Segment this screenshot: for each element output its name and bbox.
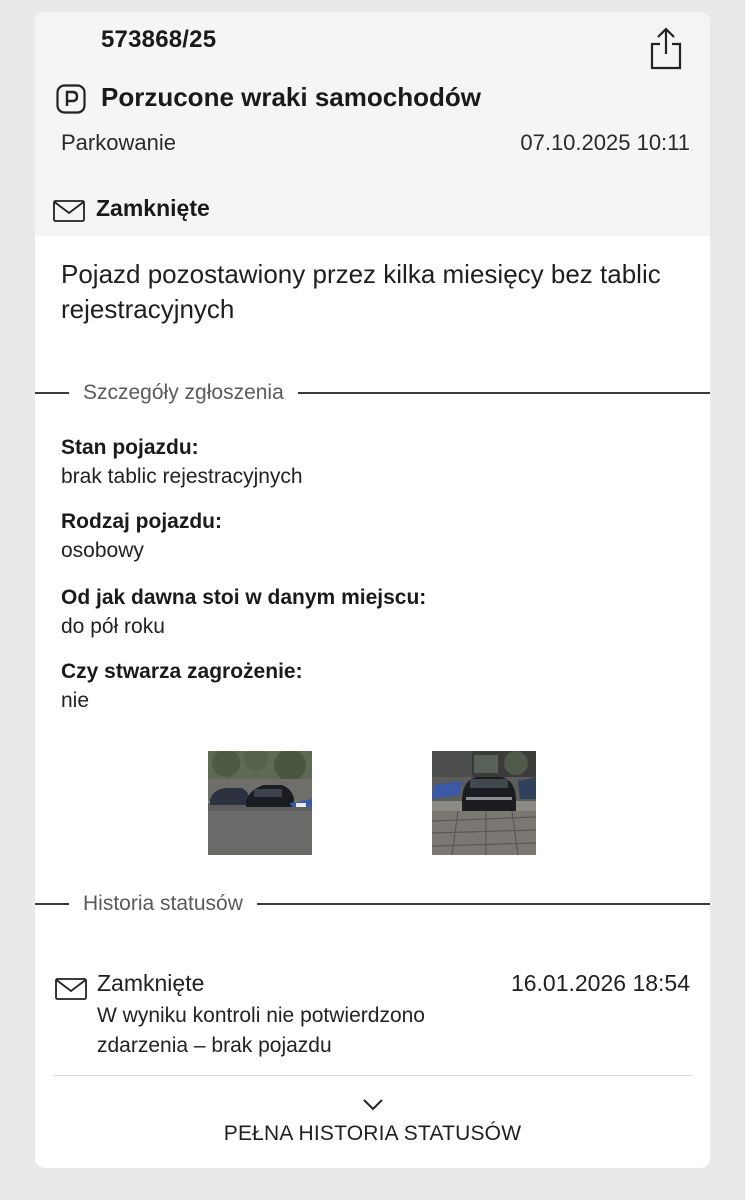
report-title: Porzucone wraki samochodów [101, 82, 481, 112]
parking-icon [56, 84, 86, 114]
report-header: 573868/25 Porzucone wraki samochodów Par… [35, 12, 710, 236]
envelope-icon [53, 200, 85, 222]
detail-field-hazard: Czy stwarza zagrożenie: nie [61, 658, 661, 716]
field-value: brak tablic rejestracyjnych [61, 465, 303, 488]
details-section-divider: Szczegóły zgłoszenia [35, 378, 710, 408]
detail-field-vehicle-state: Stan pojazdu: brak tablic rejestracyjnyc… [61, 434, 661, 492]
report-created-date: 07.10.2025 10:11 [520, 130, 690, 155]
envelope-icon [55, 978, 87, 1000]
chevron-down-icon [363, 1099, 383, 1111]
history-heading: Historia statusów [69, 889, 257, 919]
report-description: Pojazd pozostawiony przez kilka miesięcy… [61, 259, 661, 324]
history-entry-comment: W wyniku kontroli nie potwierdzono zdarz… [97, 1004, 425, 1057]
share-icon[interactable] [648, 26, 684, 70]
detail-field-duration: Od jak dawna stoi w danym miejscu: do pó… [61, 584, 661, 642]
field-label: Stan pojazdu: [61, 436, 199, 459]
field-label: Czy stwarza zagrożenie: [61, 660, 303, 683]
status-badge: Zamknięte [96, 195, 210, 221]
history-separator [53, 1075, 693, 1076]
photo-thumbnail-2[interactable] [432, 751, 536, 855]
field-label: Od jak dawna stoi w danym miejscu: [61, 586, 427, 609]
history-entry-date: 16.01.2026 18:54 [510, 970, 690, 996]
report-category: Parkowanie [61, 130, 176, 155]
field-label: Rodzaj pojazdu: [61, 510, 222, 533]
history-section-divider: Historia statusów [35, 889, 710, 919]
detail-field-vehicle-type: Rodzaj pojazdu: osobowy [61, 508, 661, 566]
report-card: 573868/25 Porzucone wraki samochodów Par… [35, 12, 710, 1168]
full-history-label: PEŁNA HISTORIA STATUSÓW [223, 1122, 522, 1145]
details-heading: Szczegóły zgłoszenia [69, 378, 298, 408]
field-value: nie [61, 689, 90, 712]
field-value: do pół roku [61, 615, 165, 638]
field-value: osobowy [61, 539, 144, 562]
photo-thumbnail-1[interactable] [208, 751, 312, 855]
history-entry-status: Zamknięte [97, 970, 205, 996]
full-history-button[interactable]: PEŁNA HISTORIA STATUSÓW [35, 1090, 710, 1154]
report-number: 573868/25 [101, 26, 217, 53]
